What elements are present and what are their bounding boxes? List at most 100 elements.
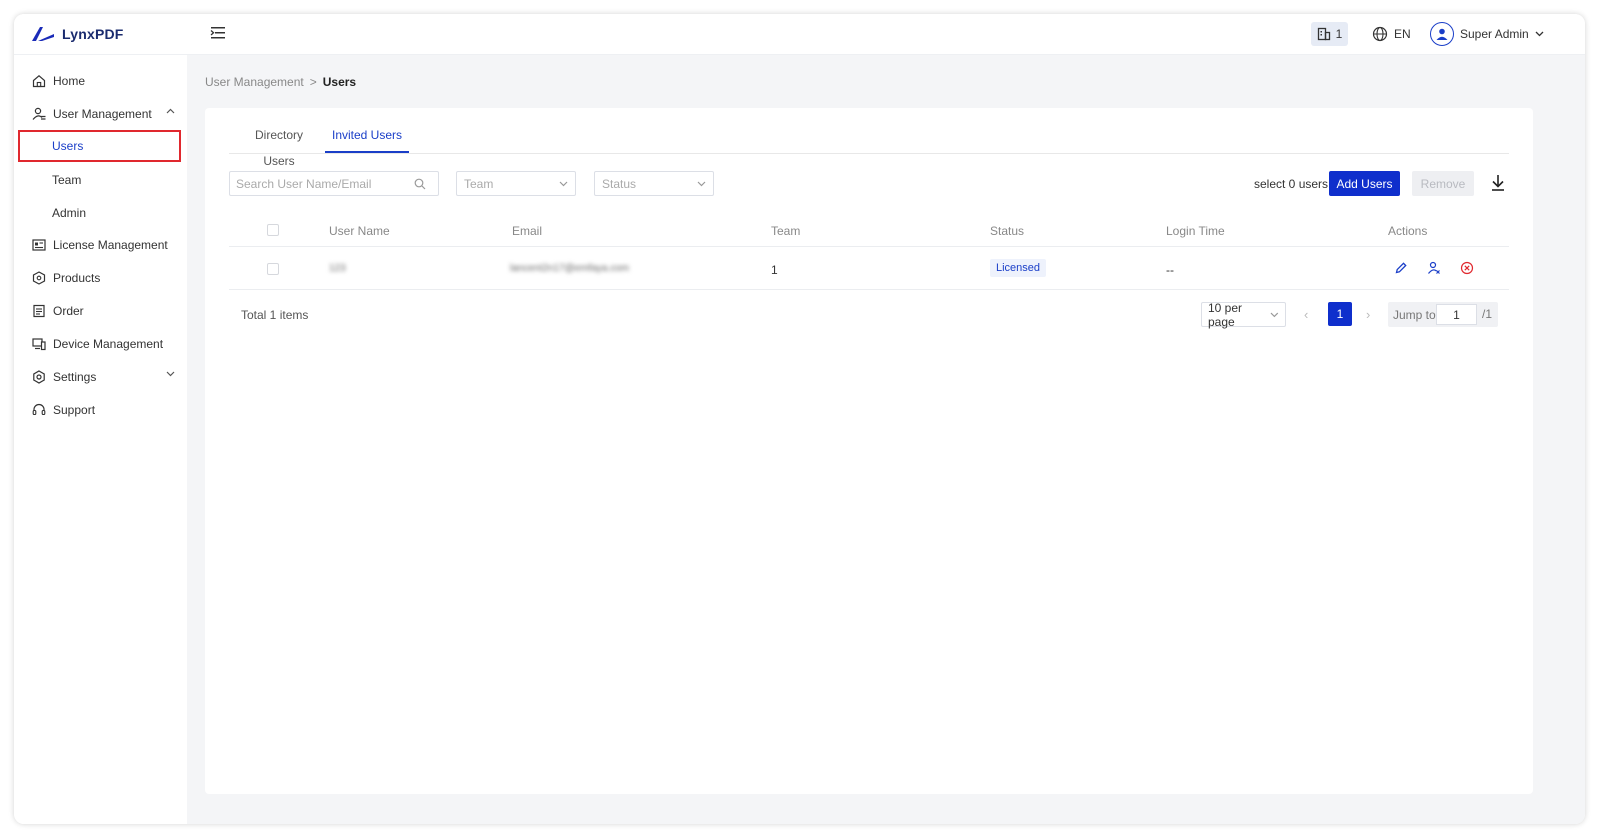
breadcrumb-current: Users	[322, 75, 357, 89]
chevron-down-icon	[559, 181, 568, 186]
home-icon	[32, 74, 46, 88]
user-name: Super Admin	[1460, 27, 1529, 41]
chevron-down-icon	[1270, 312, 1279, 317]
cell-team: 1	[771, 263, 778, 277]
row-checkbox[interactable]	[267, 263, 279, 275]
table-header: User Name Email Team Status Login Time A…	[229, 213, 1509, 247]
avatar	[1430, 22, 1454, 46]
sidebar: Home User Management Users Team Admin Li…	[14, 55, 187, 824]
column-header-user-name: User Name	[329, 224, 390, 238]
chevron-down-icon	[166, 371, 175, 377]
status-select-placeholder: Status	[602, 176, 637, 191]
column-header-team: Team	[771, 224, 801, 238]
language-switcher[interactable]: EN	[1372, 26, 1411, 42]
cell-user-name: 123	[329, 263, 346, 274]
language-label: EN	[1394, 27, 1411, 41]
sidebar-item-label: User Management	[53, 107, 152, 121]
sidebar-item-order[interactable]: Order	[14, 295, 187, 327]
sidebar-item-team[interactable]: Team	[14, 164, 187, 196]
column-header-email: Email	[512, 224, 543, 238]
page-size-select[interactable]: 10 per page	[1201, 300, 1286, 329]
support-icon	[32, 403, 46, 417]
sidebar-item-label: License Management	[53, 238, 168, 252]
team-select-placeholder: Team	[464, 176, 494, 191]
add-users-button[interactable]: Add Users	[1329, 171, 1400, 196]
edit-icon[interactable]	[1394, 261, 1408, 275]
top-header: LynxPDF 1 EN Super Admin	[14, 14, 1585, 55]
user-avatar-icon	[1436, 28, 1448, 40]
users-card: Directory Users Invited Users Team Statu…	[205, 108, 1533, 794]
search-input[interactable]	[236, 176, 414, 191]
sidebar-item-label: Home	[53, 74, 86, 88]
selected-count: select 0 users	[1254, 177, 1329, 191]
brand-logo[interactable]: LynxPDF	[30, 26, 124, 42]
delete-icon[interactable]	[1460, 261, 1474, 275]
total-pages: /1	[1482, 307, 1493, 321]
breadcrumb-separator: >	[309, 75, 317, 89]
column-header-status: Status	[990, 224, 1025, 238]
select-all-checkbox[interactable]	[267, 224, 279, 236]
sidebar-item-support[interactable]: Support	[14, 394, 187, 426]
download-icon[interactable]	[1490, 174, 1506, 192]
jump-label: Jump to	[1393, 307, 1436, 322]
user-menu[interactable]: Super Admin	[1430, 22, 1544, 46]
products-icon	[32, 271, 46, 285]
building-icon	[1317, 27, 1330, 41]
table-row: 123 lancent2n17@emfaya.com 1 Licensed --	[229, 248, 1509, 290]
breadcrumb-parent[interactable]: User Management	[205, 75, 304, 89]
search-icon[interactable]	[414, 178, 426, 190]
sidebar-item-users[interactable]: Users	[18, 130, 181, 162]
organization-switcher[interactable]: 1	[1311, 22, 1348, 46]
remove-button: Remove	[1412, 171, 1474, 196]
total-items: Total 1 items	[241, 308, 309, 322]
sidebar-item-home[interactable]: Home	[14, 65, 187, 97]
sidebar-item-label: Order	[53, 304, 84, 318]
jump-to-input[interactable]	[1436, 304, 1477, 325]
sidebar-item-label: Admin	[52, 206, 87, 220]
page-number-button[interactable]: 1	[1328, 302, 1352, 326]
sidebar-item-products[interactable]: Products	[14, 262, 187, 294]
cell-email: lancent2n17@emfaya.com	[510, 263, 630, 274]
license-icon	[32, 238, 46, 252]
tab-bar: Directory Users Invited Users	[229, 122, 1509, 168]
chevron-down-icon	[1535, 31, 1544, 37]
sidebar-item-label: Device Management	[53, 337, 164, 351]
breadcrumb: User Management > Users	[205, 75, 356, 89]
globe-icon	[1372, 26, 1388, 42]
status-badge: Licensed	[990, 259, 1047, 277]
sidebar-item-license-management[interactable]: License Management	[14, 229, 187, 261]
cell-login-time: --	[1166, 263, 1174, 277]
sidebar-item-label: Users	[52, 139, 84, 153]
chevron-up-icon	[166, 108, 175, 114]
settings-icon	[32, 370, 46, 384]
team-select[interactable]: Team	[456, 171, 576, 196]
tab-directory-users[interactable]: Directory Users	[241, 122, 317, 168]
next-page-icon[interactable]: ›	[1366, 307, 1370, 322]
sidebar-item-user-management[interactable]: User Management	[14, 98, 187, 130]
device-icon	[32, 337, 46, 351]
brand-name: LynxPDF	[62, 26, 124, 42]
sidebar-item-label: Team	[52, 173, 82, 187]
user-manage-icon	[32, 107, 46, 121]
page-size-value: 10 per page	[1208, 300, 1243, 329]
tab-invited-users[interactable]: Invited Users	[325, 122, 409, 153]
column-header-login-time: Login Time	[1166, 224, 1225, 238]
status-select[interactable]: Status	[594, 171, 714, 196]
lynx-logo-icon	[32, 27, 54, 41]
app-window: LynxPDF 1 EN Super Admin Home User Manag…	[14, 14, 1585, 824]
search-field[interactable]	[229, 171, 439, 196]
organization-count: 1	[1335, 27, 1343, 41]
sidebar-item-device-management[interactable]: Device Management	[14, 328, 187, 360]
sidebar-item-label: Settings	[53, 370, 97, 384]
chevron-down-icon	[697, 181, 706, 186]
prev-page-icon[interactable]: ‹	[1304, 307, 1308, 322]
order-icon	[32, 304, 46, 318]
menu-collapse-icon[interactable]	[210, 26, 228, 42]
sidebar-item-label: Support	[53, 403, 96, 417]
assign-user-icon[interactable]	[1427, 261, 1441, 275]
main-content: User Management > Users Directory Users …	[187, 55, 1585, 824]
sidebar-item-admin[interactable]: Admin	[14, 197, 187, 229]
sidebar-item-settings[interactable]: Settings	[14, 361, 187, 393]
sidebar-item-label: Products	[53, 271, 101, 285]
column-header-actions: Actions	[1388, 224, 1428, 238]
